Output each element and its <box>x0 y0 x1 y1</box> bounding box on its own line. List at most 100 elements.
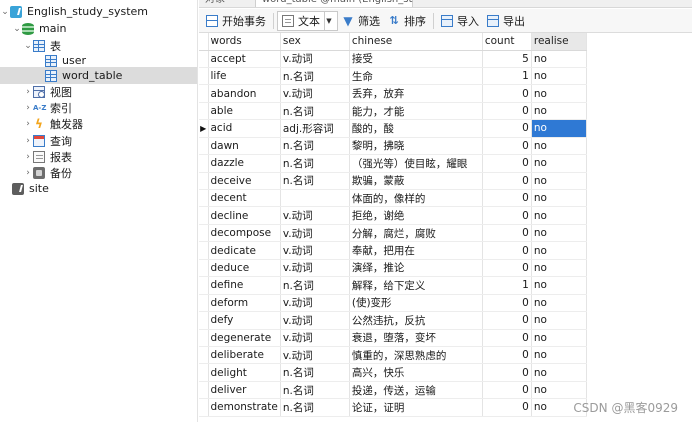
cell-words[interactable]: life <box>208 67 281 86</box>
cell-words[interactable]: defy <box>208 311 281 330</box>
cell-realise[interactable]: no <box>531 241 587 260</box>
cell-sex[interactable] <box>280 189 350 208</box>
cell-words[interactable]: deduce <box>208 259 281 278</box>
cell-count[interactable]: 0 <box>482 346 532 365</box>
row-indicator[interactable] <box>199 311 209 330</box>
cell-sex[interactable]: v.动词 <box>280 259 350 278</box>
cell-realise[interactable]: no <box>531 381 587 400</box>
table-row[interactable]: deceive n.名词 欺骗，蒙蔽 0 no <box>199 172 587 191</box>
tree-item-word-table[interactable]: word_table <box>0 67 197 84</box>
tree-item-database[interactable]: ⌄ main <box>0 20 197 37</box>
tree-item-views[interactable]: › 视图 <box>0 83 197 100</box>
cell-realise[interactable]: no <box>531 346 587 365</box>
row-indicator[interactable] <box>199 294 209 313</box>
row-indicator[interactable] <box>199 67 209 86</box>
cell-count[interactable]: 0 <box>482 137 532 156</box>
cell-words[interactable]: dawn <box>208 137 281 156</box>
cell-count[interactable]: 0 <box>482 398 532 417</box>
cell-words[interactable]: dedicate <box>208 241 281 260</box>
cell-realise[interactable]: no <box>531 172 587 191</box>
cell-count[interactable]: 0 <box>482 172 532 191</box>
tree-item-backups[interactable]: › 备份 <box>0 164 197 181</box>
cell-sex[interactable]: n.名词 <box>280 276 350 295</box>
row-indicator[interactable] <box>199 137 209 156</box>
table-row[interactable]: delight n.名词 高兴，快乐 0 no <box>199 363 587 382</box>
chevron-right-icon[interactable]: › <box>23 136 33 146</box>
table-row[interactable]: deform v.动词 (使)变形 0 no <box>199 294 587 313</box>
cell-chinese[interactable]: （强光等）使目眩，耀眼 <box>349 154 483 173</box>
cell-count[interactable]: 0 <box>482 224 532 243</box>
chevron-right-icon[interactable]: › <box>23 103 33 113</box>
column-header-sex[interactable]: sex <box>280 33 350 51</box>
cell-realise[interactable]: no <box>531 84 587 103</box>
cell-sex[interactable]: n.名词 <box>280 363 350 382</box>
cell-sex[interactable]: v.动词 <box>280 241 350 260</box>
cell-chinese[interactable]: 生命 <box>349 67 483 86</box>
column-header-count[interactable]: count <box>482 33 532 51</box>
chevron-right-icon[interactable]: › <box>23 87 33 97</box>
cell-words[interactable]: deform <box>208 294 281 313</box>
tree-item-connection[interactable]: ⌄ English_study_system <box>0 3 197 20</box>
import-button[interactable]: 导入 <box>437 11 483 31</box>
cell-realise[interactable]: no <box>531 224 587 243</box>
filter-button[interactable]: ▼ 筛选 <box>338 11 384 31</box>
cell-sex[interactable]: n.名词 <box>280 172 350 191</box>
cell-words[interactable]: accept <box>208 50 281 68</box>
row-indicator[interactable] <box>199 329 209 347</box>
table-row[interactable]: dawn n.名词 黎明，拂晓 0 no <box>199 137 587 156</box>
row-indicator[interactable] <box>199 259 209 278</box>
table-row[interactable]: deliberate v.动词 慎重的，深思熟虑的 0 no <box>199 346 587 365</box>
row-indicator[interactable] <box>199 398 209 417</box>
cell-chinese[interactable]: 欺骗，蒙蔽 <box>349 172 483 191</box>
cell-chinese[interactable]: 分解，腐烂，腐败 <box>349 224 483 243</box>
cell-realise[interactable]: no <box>531 67 587 86</box>
cell-chinese[interactable]: 高兴，快乐 <box>349 363 483 382</box>
tree-item-site[interactable]: site <box>0 180 197 197</box>
cell-chinese[interactable]: 奉献，把用在 <box>349 241 483 260</box>
cell-words[interactable]: demonstrate <box>208 398 281 417</box>
row-indicator[interactable] <box>199 50 209 68</box>
cell-words[interactable]: decent <box>208 189 281 208</box>
table-row[interactable]: degenerate v.动词 衰退，堕落，变坏 0 no <box>199 329 587 347</box>
cell-sex[interactable]: n.名词 <box>280 154 350 173</box>
cell-words[interactable]: deliberate <box>208 346 281 365</box>
cell-chinese[interactable]: 投递，传送，运输 <box>349 381 483 400</box>
tab-word-table[interactable]: word_table @main (English_st <box>255 0 413 7</box>
cell-sex[interactable]: n.名词 <box>280 102 350 121</box>
chevron-right-icon[interactable]: › <box>23 168 33 178</box>
column-header-words[interactable]: words <box>208 33 281 51</box>
table-row[interactable]: accept v.动词 接受 5 no <box>199 50 587 68</box>
cell-words[interactable]: define <box>208 276 281 295</box>
cell-chinese[interactable]: 论证，证明 <box>349 398 483 417</box>
sort-button[interactable]: ⇅ 排序 <box>384 11 430 31</box>
cell-count[interactable]: 0 <box>482 311 532 330</box>
cell-words[interactable]: dazzle <box>208 154 281 173</box>
tab-objects[interactable]: 对象 <box>199 0 253 7</box>
cell-sex[interactable]: v.动词 <box>280 84 350 103</box>
row-indicator[interactable] <box>199 172 209 191</box>
cell-realise[interactable]: no <box>531 154 587 173</box>
table-row[interactable]: defy v.动词 公然违抗，反抗 0 no <box>199 311 587 330</box>
cell-words[interactable]: delight <box>208 363 281 382</box>
cell-chinese[interactable]: (使)变形 <box>349 294 483 313</box>
chevron-down-icon[interactable]: ⌄ <box>12 24 22 34</box>
cell-chinese[interactable]: 演绎，推论 <box>349 259 483 278</box>
row-indicator[interactable] <box>199 102 209 121</box>
cell-count[interactable]: 0 <box>482 206 532 225</box>
row-indicator[interactable] <box>199 346 209 365</box>
cell-words[interactable]: decline <box>208 206 281 225</box>
row-indicator[interactable] <box>199 381 209 400</box>
cell-sex[interactable]: n.名词 <box>280 67 350 86</box>
cell-sex[interactable]: adj.形容词 <box>280 119 350 138</box>
cell-sex[interactable]: v.动词 <box>280 311 350 330</box>
cell-sex[interactable]: n.名词 <box>280 137 350 156</box>
cell-count[interactable]: 0 <box>482 241 532 260</box>
cell-chinese[interactable]: 衰退，堕落，变坏 <box>349 329 483 347</box>
cell-realise[interactable]: no <box>531 363 587 382</box>
cell-chinese[interactable]: 体面的，像样的 <box>349 189 483 208</box>
chevron-down-icon[interactable]: ⌄ <box>23 41 33 51</box>
cell-words[interactable]: able <box>208 102 281 121</box>
table-row[interactable]: abandon v.动词 丢弃，放弃 0 no <box>199 84 587 103</box>
cell-words[interactable]: abandon <box>208 84 281 103</box>
table-row[interactable]: deliver n.名词 投递，传送，运输 0 no <box>199 381 587 400</box>
